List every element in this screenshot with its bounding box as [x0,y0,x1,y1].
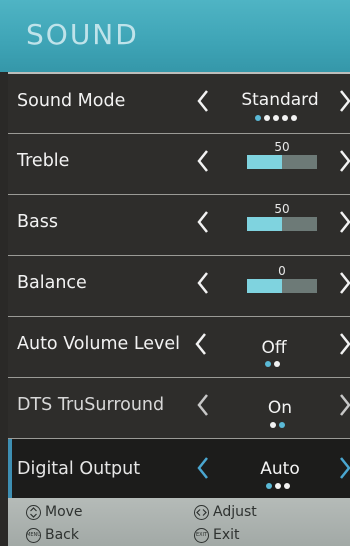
chevron-right-icon[interactable] [338,270,350,296]
chevron-left-icon[interactable] [196,392,210,418]
setting-row-treble[interactable]: Treble 50 [8,133,350,194]
setting-label: Treble [17,151,70,171]
chevron-right-icon[interactable] [338,392,350,418]
setting-label: Balance [17,273,87,293]
option-dot [282,115,288,121]
setting-row-auto-volume-level[interactable]: Auto Volume Level Off [8,316,350,377]
setting-value: Auto [260,459,300,479]
setting-value: On [267,398,293,418]
hint-adjust-label: Adjust [213,504,257,520]
chevron-right-icon[interactable] [338,88,350,114]
option-dot [279,422,285,428]
navigation-hints: Move Adjust MENU Back EXIT Exit [8,498,350,546]
setting-label: Bass [17,212,58,232]
setting-label: Auto Volume Level [17,334,181,354]
slider-fill [247,217,282,231]
hint-back-label: Back [45,527,79,543]
option-dot [264,115,270,121]
chevron-left-icon[interactable] [196,88,210,114]
chevron-right-icon[interactable] [338,455,350,481]
setting-row-digital-output[interactable]: Digital Output Auto [8,438,350,499]
slider-value: 50 [274,202,290,216]
chevron-left-icon[interactable] [196,455,210,481]
slider-value: 0 [278,264,286,278]
option-dots [255,115,297,121]
option-dot [275,483,281,489]
option-dots [265,361,280,367]
slider-fill [247,155,282,169]
exit-button-icon: EXIT [194,527,209,543]
setting-label: DTS TruSurround [17,395,165,415]
sound-menu-screen: SOUND Sound Mode Standard Treble 50 Bass… [0,0,350,546]
chevron-left-icon[interactable] [194,331,208,357]
slider-value: 50 [274,140,290,154]
setting-row-dts-trusurround[interactable]: DTS TruSurround On [8,377,350,438]
hint-exit-label: Exit [213,527,240,543]
hint-adjust: Adjust [194,504,257,520]
treble-slider[interactable] [247,155,317,169]
setting-row-bass[interactable]: Bass 50 [8,194,350,255]
option-dot [284,483,290,489]
slider-fill [247,279,282,293]
chevron-left-icon[interactable] [196,270,210,296]
chevron-left-icon[interactable] [196,148,210,174]
page-title: SOUND [26,18,139,51]
dpad-vertical-icon [26,504,41,520]
setting-label: Digital Output [17,459,141,479]
option-dots [266,483,290,489]
chevron-right-icon[interactable] [338,331,350,357]
setting-value: Off [261,338,287,358]
balance-slider[interactable] [247,279,317,293]
hint-back: MENU Back [26,527,79,543]
chevron-right-icon[interactable] [338,148,350,174]
menu-button-icon: MENU [26,527,41,543]
option-dot [270,422,276,428]
option-dot [265,361,271,367]
bass-slider[interactable] [247,217,317,231]
hint-exit: EXIT Exit [194,527,240,543]
option-dot [291,115,297,121]
option-dot [266,483,272,489]
option-dot [255,115,261,121]
setting-row-balance[interactable]: Balance 0 [8,255,350,316]
option-dots [270,422,285,428]
chevron-right-icon[interactable] [338,209,350,235]
dpad-horizontal-icon [194,504,209,520]
setting-label: Sound Mode [17,91,126,111]
chevron-left-icon[interactable] [196,209,210,235]
menu-header: SOUND [0,0,350,72]
setting-row-sound-mode[interactable]: Sound Mode Standard [8,72,350,134]
option-dot [274,361,280,367]
selection-indicator [8,439,12,499]
hint-move: Move [26,504,83,520]
setting-value: Standard [241,90,319,110]
option-dot [273,115,279,121]
hint-move-label: Move [45,504,83,520]
